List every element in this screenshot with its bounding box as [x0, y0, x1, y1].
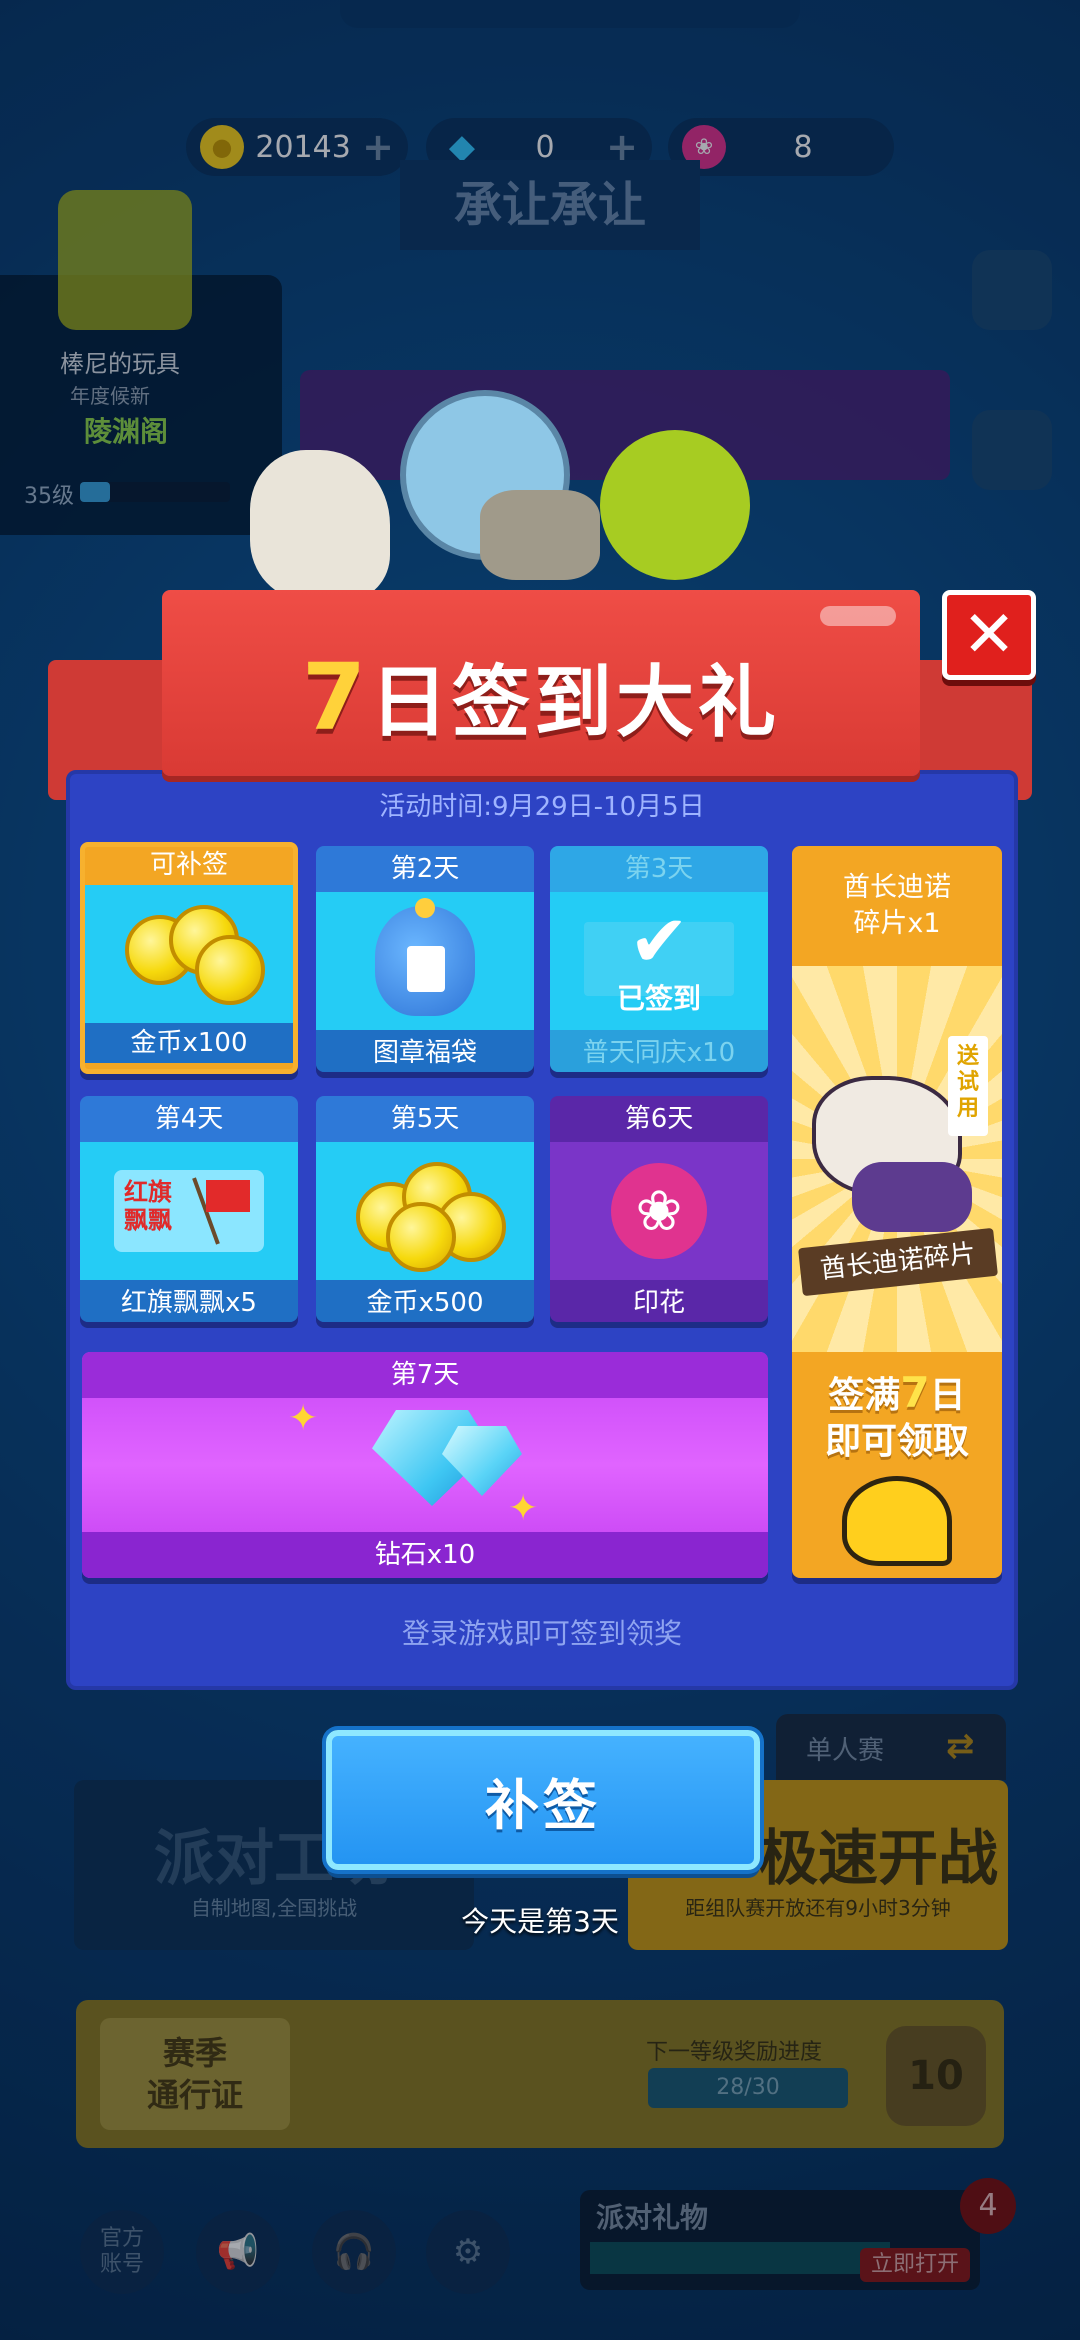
day-4-reward: 红旗飘飘x5	[80, 1280, 298, 1322]
day-2-cell[interactable]: 第2天 图章福袋	[316, 846, 534, 1072]
day-4-cell[interactable]: 第4天 红旗 飘飘 红旗飘飘x5	[80, 1096, 298, 1322]
makeup-sign-button[interactable]: 补签	[326, 1730, 760, 1870]
stamp-bag-icon	[316, 892, 534, 1030]
day-1-header: 可补签	[85, 847, 293, 885]
signed-label: 已签到	[616, 982, 701, 1015]
lotus-stamp-reward-icon: ❀	[550, 1142, 768, 1280]
day-7-reward: 钻石x10	[82, 1532, 768, 1578]
day-3-cell: 第3天 ✔ 已签到 普天同庆x10	[550, 846, 768, 1072]
mascot-characters	[250, 370, 850, 620]
day-5-cell[interactable]: 第5天 金币x500	[316, 1096, 534, 1322]
day-7-header: 第7天	[82, 1352, 768, 1398]
day-1-reward: 金币x100	[85, 1023, 293, 1063]
day-7-cell[interactable]: 第7天 ✦ ✦ 钻石x10	[82, 1352, 768, 1578]
grand-prize-card[interactable]: 酋长迪诺 碎片x1 送试用 酋长迪诺碎片 签满7日 即可领取	[792, 846, 1002, 1578]
footer-note: 登录游戏即可签到领奖	[401, 1617, 682, 1650]
modal-title: 7日签到大礼	[301, 644, 781, 751]
day-2-reward: 图章福袋	[316, 1030, 534, 1072]
close-icon[interactable]: ✕	[962, 603, 1016, 667]
check-icon: ✔	[628, 899, 690, 983]
day-6-header: 第6天	[550, 1096, 768, 1142]
day-3-header: 第3天	[550, 846, 768, 892]
day-5-header: 第5天	[316, 1096, 534, 1142]
day-3-reward: 普天同庆x10	[550, 1030, 768, 1072]
coin-pile-large-icon	[316, 1142, 534, 1280]
claim-condition: 签满7日 即可领取	[824, 1368, 969, 1463]
day-2-header: 第2天	[316, 846, 534, 892]
sparkle-icon: ✦	[288, 1398, 319, 1439]
day-1-cell[interactable]: 可补签 金币x100	[80, 842, 298, 1074]
day-4-header: 第4天	[80, 1096, 298, 1142]
modal-title-ribbon: 7日签到大礼	[162, 590, 920, 776]
coin-pile-icon	[85, 885, 293, 1023]
mystery-silhouette-icon	[842, 1476, 952, 1566]
fragment-label: 酋长迪诺碎片	[798, 1227, 998, 1297]
makeup-sign-label: 补签	[485, 1773, 601, 1837]
day-6-cell[interactable]: 第6天 ❀ 印花	[550, 1096, 768, 1322]
red-flag-card-text: 红旗 飘飘	[124, 1178, 172, 1234]
sparkle-icon: ✦	[508, 1488, 539, 1529]
dino-fragment-image: 送试用 酋长迪诺碎片	[792, 966, 1002, 1352]
event-time: 活动时间:9月29日-10月5日	[379, 792, 705, 822]
today-indicator: 今天是第3天	[461, 1905, 619, 1938]
close-button[interactable]: ✕	[942, 590, 1036, 680]
trial-tag: 送试用	[948, 1036, 988, 1136]
diamond-reward-icon-small	[442, 1426, 522, 1496]
grand-prize-title: 酋长迪诺 碎片x1	[843, 872, 951, 939]
day-5-reward: 金币x500	[316, 1280, 534, 1322]
red-flag-icon: 红旗 飘飘	[80, 1142, 298, 1280]
celebration-icon: ✔ 已签到	[550, 892, 768, 1030]
day-6-reward: 印花	[550, 1280, 768, 1322]
